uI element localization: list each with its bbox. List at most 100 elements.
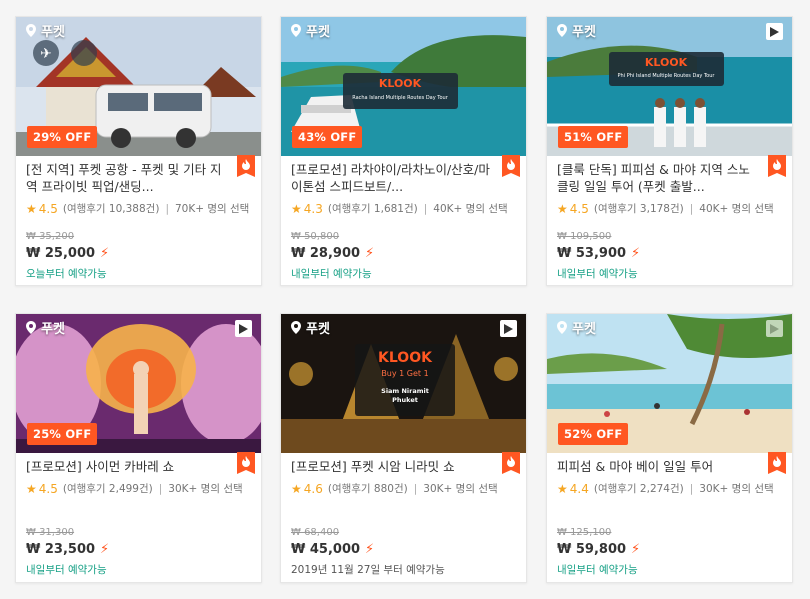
sale-price: ₩ 53,900: [557, 246, 627, 261]
popularity-count: 40K+ 명의 선택: [699, 203, 774, 215]
availability-text: 내일부터 예약가능: [557, 564, 638, 576]
lightning-bolt-icon: ⚡: [631, 542, 641, 557]
discount-badge: 43% OFF: [292, 126, 363, 148]
star-icon: ★: [26, 481, 37, 496]
popularity-count: 30K+ 명의 선택: [168, 483, 243, 495]
banner-promo: Buy 1 Get 1: [381, 369, 428, 378]
play-video-icon[interactable]: [766, 23, 783, 40]
review-count: (여행후기 880건): [327, 483, 408, 495]
activity-title[interactable]: [클룩 단독] 피피섬 & 마야 지역 스노클링 일일 투어 (푸켓 출발...: [557, 161, 757, 195]
popularity-count: 40K+ 명의 선택: [433, 203, 508, 215]
activity-card[interactable]: 푸켓 25% OFF [프로모션] 사이먼 카바레 쇼 ★ 4.5 (여행후기 …: [15, 313, 262, 583]
activity-card[interactable]: KLOOK Buy 1 Get 1 Siam Niramit Phuket 푸켓…: [280, 313, 527, 583]
location-tag: 푸켓: [291, 318, 330, 337]
rating-score: 4.5: [38, 481, 58, 496]
location-label: 푸켓: [41, 25, 65, 40]
activity-thumbnail[interactable]: 푸켓 52% OFF: [547, 314, 792, 453]
discount-badge: 51% OFF: [558, 126, 629, 148]
location-label: 푸켓: [572, 25, 596, 40]
location-pin-icon: [557, 321, 567, 334]
star-icon: ★: [291, 201, 302, 216]
original-price: ₩ 109,500: [557, 231, 612, 242]
activity-thumbnail[interactable]: ✈ 푸켓 29% OFF: [16, 17, 261, 156]
rating-score: 4.5: [38, 201, 58, 216]
hot-flame-icon: [768, 452, 786, 474]
original-price: ₩ 35,200: [26, 231, 75, 242]
popularity-count: 30K+ 명의 선택: [423, 483, 498, 495]
activity-card[interactable]: KLOOK Phi Phi Island Multiple Routes Day…: [546, 16, 793, 286]
activity-title[interactable]: [프로모션] 푸켓 시암 니라밋 쇼: [291, 458, 491, 475]
sale-price-row: ₩ 53,900 ⚡: [557, 246, 640, 261]
location-pin-icon: [26, 24, 36, 37]
location-tag: 푸켓: [26, 318, 65, 337]
play-video-icon[interactable]: [500, 320, 517, 337]
original-price: ₩ 31,300: [26, 527, 75, 538]
location-label: 푸켓: [572, 322, 596, 337]
original-price: ₩ 125,100: [557, 527, 612, 538]
activity-title[interactable]: [프로모션] 라차야이/라차노이/산호/마이톤섬 스피드보트/...: [291, 161, 491, 195]
activity-thumbnail[interactable]: KLOOK Buy 1 Get 1 Siam Niramit Phuket 푸켓: [281, 314, 526, 453]
meta-divider: |: [689, 202, 694, 215]
original-price: ₩ 68,400: [291, 527, 340, 538]
meta-divider: |: [165, 202, 169, 215]
location-pin-icon: [291, 321, 301, 334]
svg-text:✈: ✈: [40, 46, 52, 62]
activity-meta: ★ 4.5 (여행후기 10,388건) | 70K+ 명의 선택: [26, 201, 249, 216]
hot-flame-icon: [502, 155, 520, 177]
activity-meta: ★ 4.5 (여행후기 3,178건) | 40K+ 명의 선택: [557, 201, 774, 216]
rating-score: 4.5: [569, 201, 589, 216]
activity-card[interactable]: ✈ 푸켓 29% OFF [전 지역] 푸켓 공항 - 푸켓 및 기타 지역 프…: [15, 16, 262, 286]
banner-subtitle: Racha Island Multiple Routes Day Tour: [352, 95, 449, 101]
activity-thumbnail[interactable]: KLOOK Phi Phi Island Multiple Routes Day…: [547, 17, 792, 156]
activity-meta: ★ 4.6 (여행후기 880건) | 30K+ 명의 선택: [291, 481, 498, 496]
availability-text: 내일부터 예약가능: [26, 564, 107, 576]
review-count: (여행후기 3,178건): [593, 203, 684, 215]
play-video-icon[interactable]: [235, 320, 252, 337]
meta-divider: |: [689, 482, 694, 495]
location-label: 푸켓: [41, 322, 65, 337]
availability-text: 오늘부터 예약가능: [26, 268, 107, 280]
activity-title[interactable]: 피피섬 & 마야 베이 일일 투어: [557, 458, 757, 475]
sale-price-row: ₩ 28,900 ⚡: [291, 246, 374, 261]
play-video-icon[interactable]: [766, 320, 783, 337]
review-count: (여행후기 2,274건): [593, 483, 684, 495]
rating-score: 4.6: [303, 481, 323, 496]
activity-card[interactable]: KLOOK Racha Island Multiple Routes Day T…: [280, 16, 527, 286]
sale-price: ₩ 25,000: [26, 246, 96, 261]
location-tag: 푸켓: [557, 21, 596, 40]
banner-show-name: Siam Niramit: [381, 387, 429, 395]
discount-badge: 25% OFF: [27, 423, 98, 445]
sale-price: ₩ 45,000: [291, 542, 361, 557]
activity-thumbnail[interactable]: 푸켓 25% OFF: [16, 314, 261, 453]
sale-price-row: ₩ 59,800 ⚡: [557, 542, 640, 557]
availability-text: 내일부터 예약가능: [291, 268, 372, 280]
availability-text: 2019년 11월 27일 부터 예약가능: [291, 564, 445, 576]
lightning-bolt-icon: ⚡: [100, 542, 110, 557]
lightning-bolt-icon: ⚡: [365, 542, 375, 557]
hot-flame-icon: [237, 452, 255, 474]
activity-title[interactable]: [프로모션] 사이먼 카바레 쇼: [26, 458, 226, 475]
lightning-bolt-icon: ⚡: [100, 246, 110, 261]
sale-price: ₩ 23,500: [26, 542, 96, 557]
activity-thumbnail[interactable]: KLOOK Racha Island Multiple Routes Day T…: [281, 17, 526, 156]
location-tag: 푸켓: [291, 21, 330, 40]
review-count: (여행후기 1,681건): [327, 203, 418, 215]
review-count: (여행후기 10,388건): [62, 203, 160, 215]
rating-score: 4.3: [303, 201, 323, 216]
star-icon: ★: [291, 481, 302, 496]
star-icon: ★: [557, 201, 568, 216]
activity-title[interactable]: [전 지역] 푸켓 공항 - 푸켓 및 기타 지역 프라이빗 픽업/샌딩...: [26, 161, 226, 195]
popularity-count: 30K+ 명의 선택: [699, 483, 774, 495]
activity-meta: ★ 4.3 (여행후기 1,681건) | 40K+ 명의 선택: [291, 201, 508, 216]
location-pin-icon: [291, 24, 301, 37]
activity-meta: ★ 4.5 (여행후기 2,499건) | 30K+ 명의 선택: [26, 481, 243, 496]
sale-price-row: ₩ 45,000 ⚡: [291, 542, 374, 557]
activity-card[interactable]: 푸켓 52% OFF 피피섬 & 마야 베이 일일 투어 ★ 4.4 (여행후기…: [546, 313, 793, 583]
hot-flame-icon: [502, 452, 520, 474]
activity-grid: ✈ 푸켓 29% OFF [전 지역] 푸켓 공항 - 푸켓 및 기타 지역 프…: [0, 0, 810, 599]
location-pin-icon: [557, 24, 567, 37]
star-icon: ★: [26, 201, 37, 216]
discount-badge: 29% OFF: [27, 126, 98, 148]
lightning-bolt-icon: ⚡: [365, 246, 375, 261]
location-label: 푸켓: [306, 25, 330, 40]
